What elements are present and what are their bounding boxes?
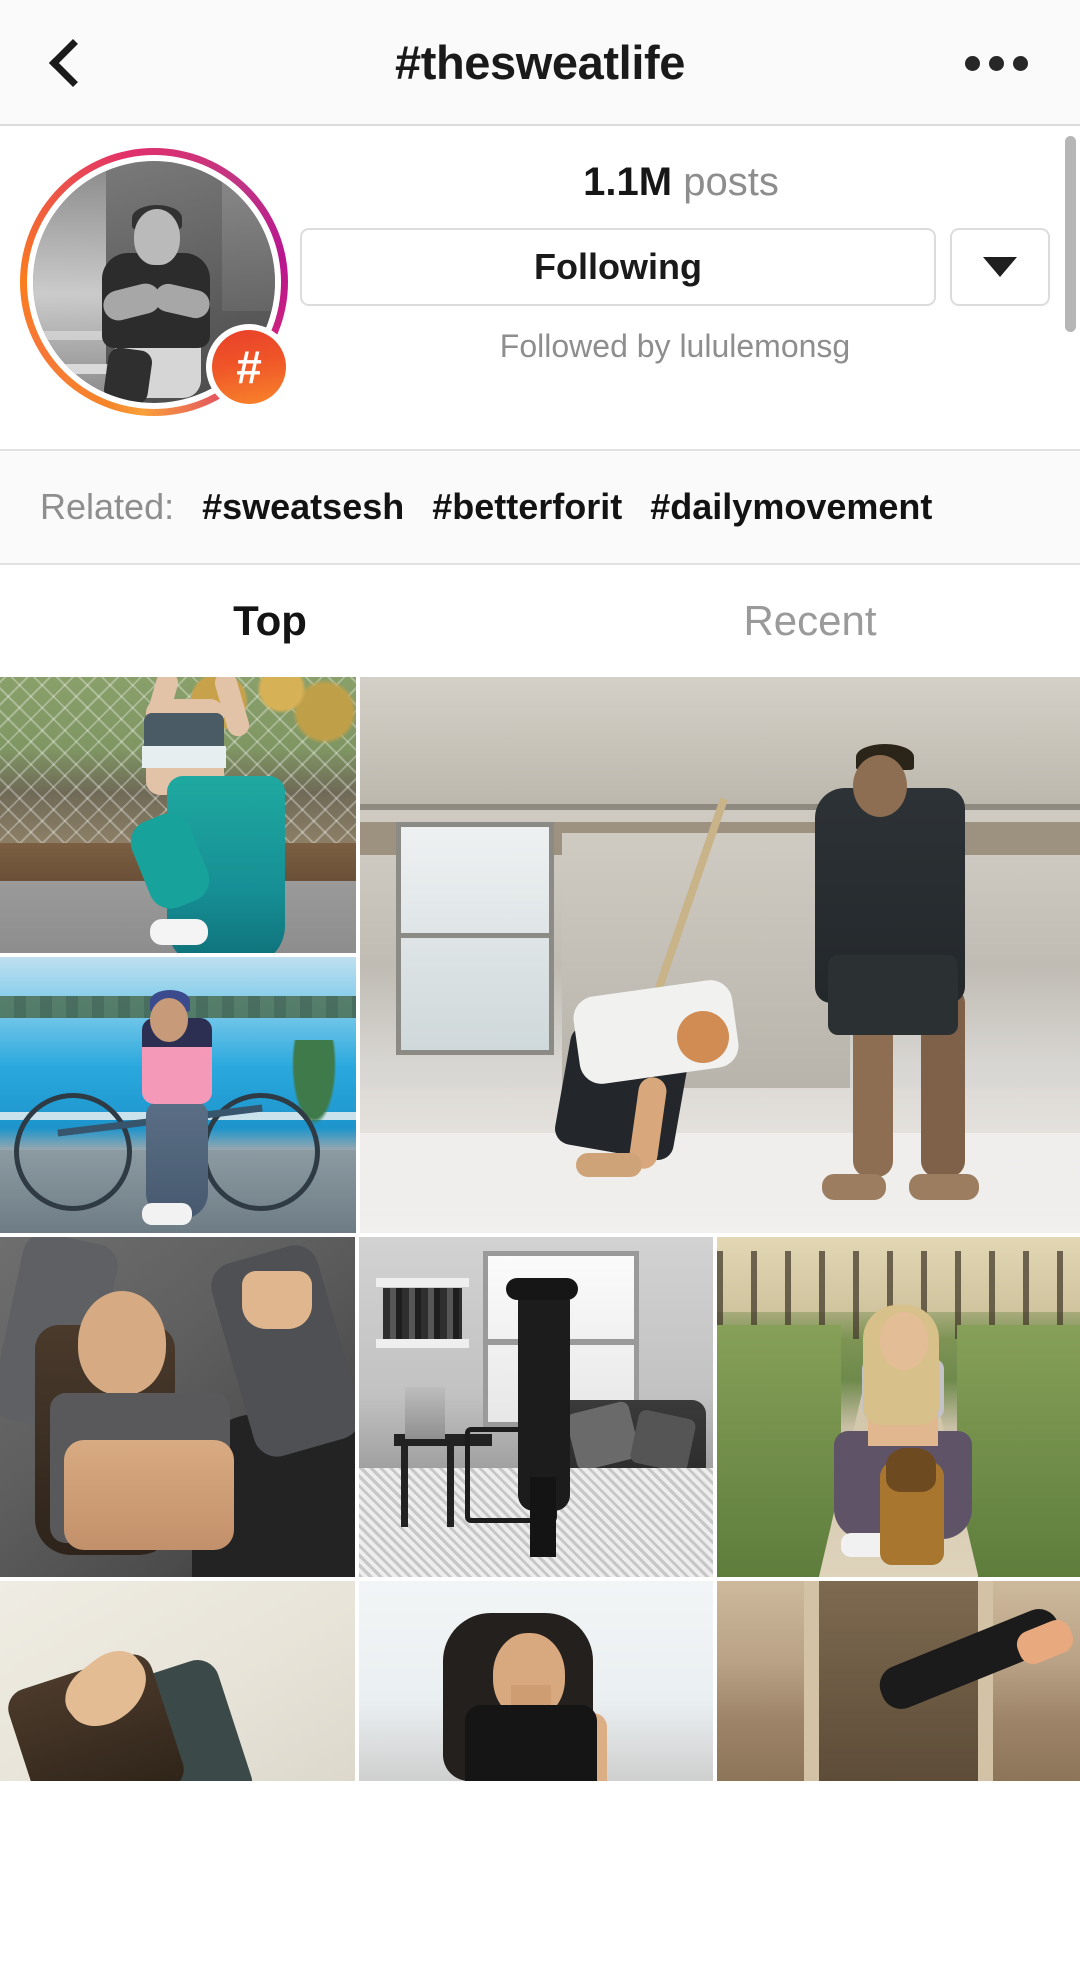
posts-count: 1.1M — [583, 160, 673, 204]
more-options-icon — [988, 55, 1004, 71]
related-tag-dailymovement[interactable]: #dailymovement — [650, 486, 932, 528]
posts-count-row: 1.1M posts — [300, 162, 1062, 202]
post-doorway-kick[interactable] — [717, 1581, 1080, 1781]
related-hashtags-row[interactable]: Related: #sweatsesh #betterforit #dailym… — [0, 451, 1080, 565]
profile-details: 1.1M posts Following Followed by lululem… — [300, 150, 1062, 365]
followed-by-text: Followed by lululemonsg — [499, 328, 851, 364]
post-portrait-black-top[interactable] — [358, 1581, 714, 1781]
post-livingroom-yoga[interactable] — [358, 1237, 714, 1577]
post-stretch-gray[interactable] — [0, 1237, 355, 1577]
more-options-icon — [1012, 55, 1028, 71]
following-button[interactable]: Following — [300, 228, 936, 306]
profile-actions: Following — [300, 228, 1062, 306]
grid-row — [0, 1581, 1080, 1781]
page-title: #thesweatlife — [395, 35, 685, 89]
hashtag-profile-section: # 1.1M posts Following Followed by lulul… — [0, 126, 1080, 451]
post-cyclist-lake[interactable] — [0, 957, 356, 1233]
post-dog-path[interactable] — [717, 1237, 1080, 1577]
post-gym-rope-featured[interactable] — [360, 677, 1080, 1233]
content-tabs: Top Recent — [0, 565, 1080, 677]
hashtag-badge: # — [206, 324, 292, 410]
tab-top[interactable]: Top — [0, 565, 540, 677]
follow-dropdown-button[interactable] — [950, 228, 1050, 306]
grid-row — [0, 1237, 1080, 1577]
nav-header: #thesweatlife — [0, 0, 1080, 126]
tab-recent[interactable]: Recent — [540, 565, 1080, 677]
post-backbend[interactable] — [0, 1581, 355, 1781]
related-label: Related: — [40, 486, 175, 527]
grid-column-small — [0, 677, 356, 1233]
instagram-hashtag-page: #thesweatlife # 1.1M posts Following Fol… — [0, 0, 1080, 1984]
related-tag-sweatsesh[interactable]: #sweatsesh — [202, 486, 404, 528]
chevron-down-icon — [983, 257, 1017, 277]
posts-label: posts — [683, 160, 779, 204]
related-tag-betterforit[interactable]: #betterforit — [432, 486, 622, 528]
hashtag-badge-glyph: # — [212, 330, 286, 404]
avatar[interactable]: # — [20, 148, 292, 416]
more-options-icon — [964, 55, 980, 71]
grid-row — [0, 677, 1080, 1233]
vertical-scrollbar[interactable] — [1065, 136, 1076, 332]
more-options-button[interactable] — [946, 0, 1046, 126]
post-grid — [0, 677, 1080, 1781]
post-runner-fence[interactable] — [0, 677, 356, 953]
